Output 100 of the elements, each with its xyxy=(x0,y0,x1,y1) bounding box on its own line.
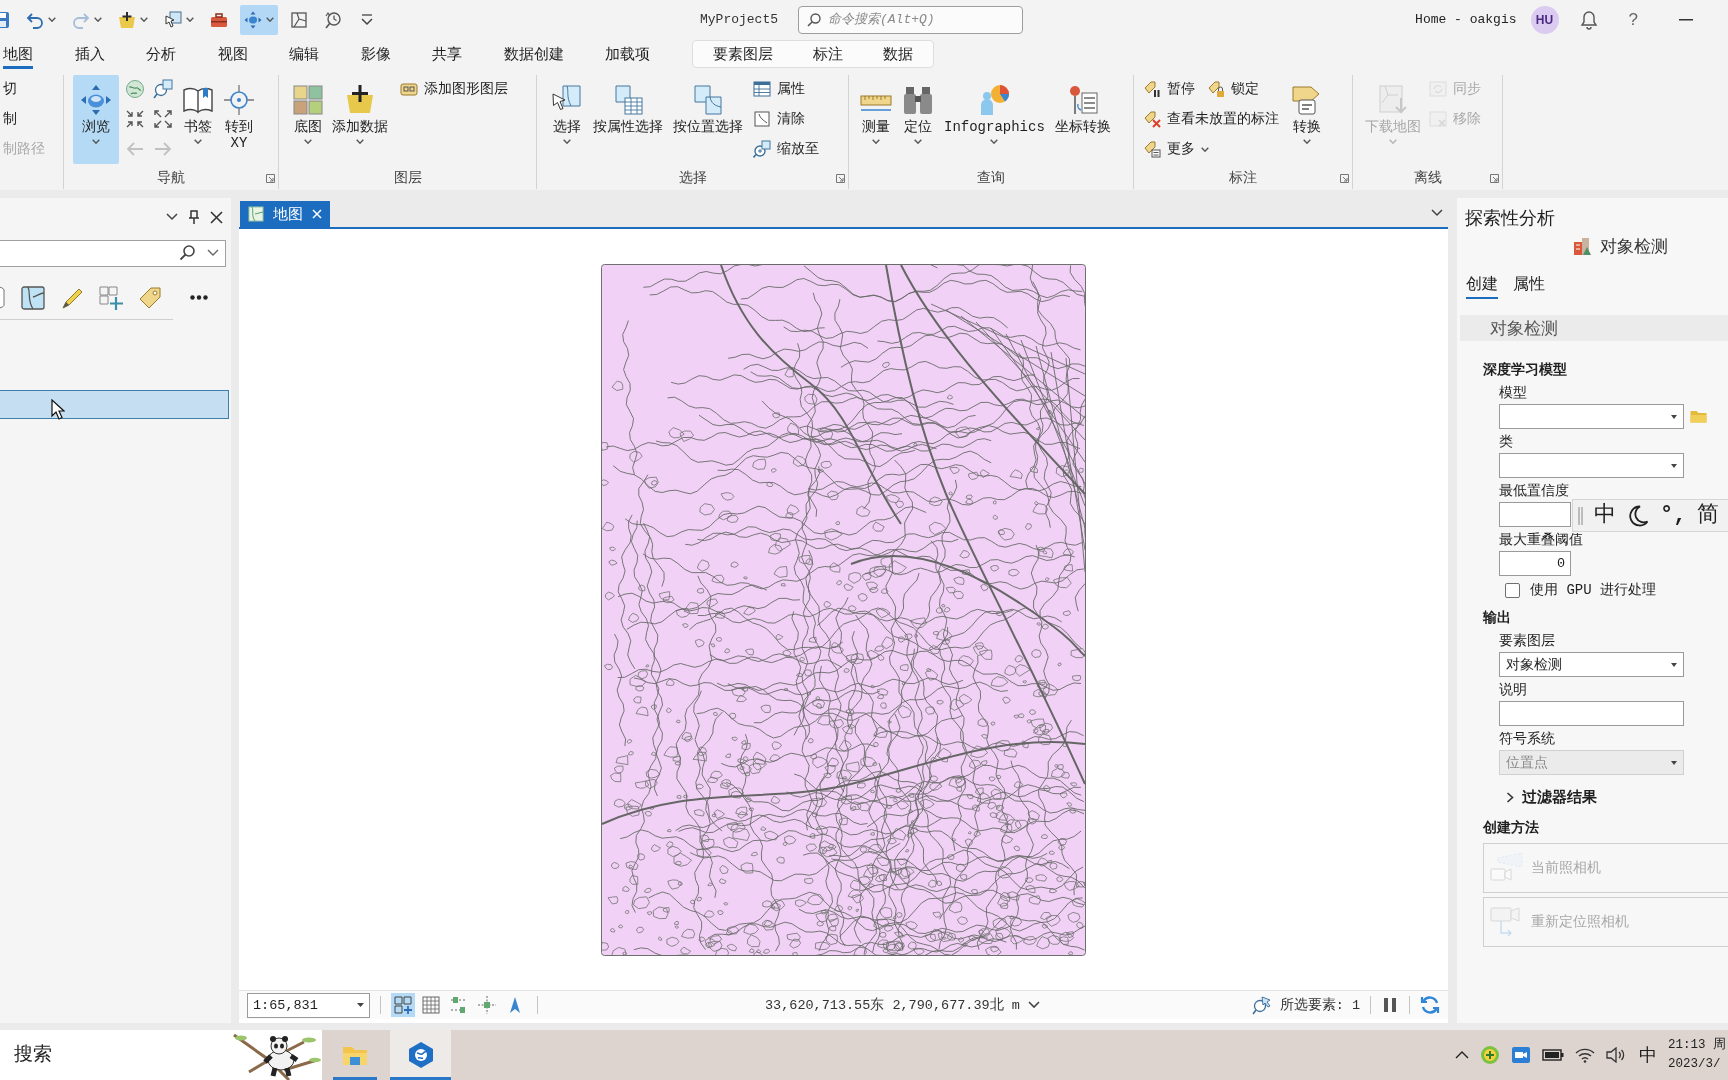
checkbox[interactable] xyxy=(1505,582,1520,598)
selected-features-count: 所选要素: 1 xyxy=(1279,996,1360,1014)
labeling-button[interactable]: 暂停 xyxy=(1140,75,1198,103)
globe-icon[interactable] xyxy=(125,79,145,99)
ribbon-tab[interactable]: 数据创建 xyxy=(503,39,564,69)
layer-row[interactable] xyxy=(0,390,229,419)
pause-icon[interactable] xyxy=(1381,996,1399,1014)
scale-field[interactable]: 1:65,831 xyxy=(247,992,370,1018)
plus-circle-icon[interactable] xyxy=(1480,1045,1500,1065)
chevron-up-icon[interactable] xyxy=(1455,1051,1469,1059)
ribbon-tab[interactable]: 分析 xyxy=(146,39,176,69)
labeling-button[interactable]: 查看未放置的标注 xyxy=(1140,105,1282,133)
more-icon[interactable] xyxy=(190,295,208,300)
explore-button[interactable] xyxy=(240,4,278,35)
bookmarks-button[interactable]: 书签 xyxy=(179,75,217,164)
user-avatar[interactable]: HU xyxy=(1530,5,1559,34)
ribbon-tab[interactable]: 插入 xyxy=(74,39,105,69)
chevron-down-icon[interactable] xyxy=(207,249,219,257)
map-square-icon xyxy=(753,110,771,128)
number-field[interactable]: 0 xyxy=(1499,551,1571,576)
search-field[interactable] xyxy=(0,240,226,267)
minimize-icon[interactable] xyxy=(1679,18,1693,21)
clipboard-button[interactable]: 制 xyxy=(0,105,48,133)
dialog-launcher-icon[interactable] xyxy=(1490,173,1499,183)
arrows-outward-icon[interactable] xyxy=(153,109,173,129)
ribbon-tab[interactable]: 视图 xyxy=(217,39,248,69)
ribbon-tab[interactable]: 要素图层 xyxy=(712,41,773,67)
ribbon-tab[interactable]: 编辑 xyxy=(289,39,319,69)
search-icon[interactable] xyxy=(179,245,195,261)
crosshair-icon xyxy=(223,84,255,116)
bell-icon[interactable] xyxy=(1579,9,1598,30)
input-language-indicator[interactable]: 中 xyxy=(1639,1043,1657,1067)
magnifier-map-icon[interactable] xyxy=(153,79,173,99)
battery-icon[interactable] xyxy=(1542,1049,1564,1061)
dialog-launcher-icon[interactable] xyxy=(836,173,845,183)
help-button[interactable]: ? xyxy=(1628,9,1638,30)
history-icon xyxy=(324,10,342,29)
globe-app-button[interactable] xyxy=(390,1030,451,1080)
map-tab[interactable]: 地图 xyxy=(240,201,330,227)
script-mode-label[interactable]: 简 xyxy=(1697,502,1720,529)
chevron-down-icon[interactable] xyxy=(1431,208,1443,217)
selection-button[interactable]: 按位置选择 xyxy=(670,75,746,164)
close-icon[interactable] xyxy=(210,210,223,224)
filter-results-expander[interactable]: 过滤器结果 xyxy=(1506,787,1597,807)
magnifier-cursor-icon[interactable] xyxy=(1251,995,1272,1015)
ribbon-tab[interactable]: 加载项 xyxy=(605,39,650,69)
dialog-launcher-icon[interactable] xyxy=(1340,173,1349,183)
ribbon-tab[interactable]: 数据 xyxy=(882,41,913,67)
taskbar-search-field[interactable]: 搜索 xyxy=(0,1030,229,1080)
pane-tab[interactable]: 属性 xyxy=(1513,271,1545,299)
caret-icon xyxy=(1671,463,1677,468)
basemap-button[interactable]: 底图 xyxy=(289,75,327,164)
pin-icon[interactable] xyxy=(189,210,199,224)
map-icon[interactable] xyxy=(20,284,46,311)
dropdown-field[interactable]: 对象检测 xyxy=(1499,652,1684,677)
selection-button[interactable]: 按属性选择 xyxy=(590,75,666,164)
grip-icon xyxy=(1578,505,1583,526)
chevron-down-icon[interactable] xyxy=(166,213,178,221)
map-table-icon xyxy=(612,84,644,116)
convert-labels-button[interactable]: 转换 xyxy=(1288,75,1326,164)
selection-button[interactable]: 缩放至 xyxy=(750,135,822,163)
number-field[interactable] xyxy=(1499,502,1571,527)
grid-plus-icon[interactable] xyxy=(98,284,124,311)
tag-icon[interactable] xyxy=(137,284,163,311)
map-tool-button[interactable] xyxy=(419,993,443,1017)
inquiry-button[interactable]: Infographics xyxy=(941,75,1048,164)
clipboard-button[interactable]: 切 xyxy=(0,75,48,103)
wifi-icon[interactable] xyxy=(1575,1047,1595,1063)
add-graphics-layer-button[interactable]: 添加图形图层 xyxy=(397,75,511,103)
selection-button[interactable]: 选择 xyxy=(548,75,586,164)
text-field[interactable] xyxy=(1499,701,1684,726)
dropdown-field[interactable] xyxy=(1499,404,1684,429)
inquiry-button[interactable]: 测量 xyxy=(857,75,895,164)
punctuation-mode-label[interactable]: °, xyxy=(1660,502,1687,529)
field-label: 最大重叠阈值 xyxy=(1499,531,1583,549)
chevron-right-icon xyxy=(1506,791,1514,803)
command-search-field[interactable]: 命令搜索(Alt+Q) xyxy=(798,5,1023,34)
selection-button[interactable]: 清除 xyxy=(750,105,822,133)
ribbon-tab[interactable]: 标注 xyxy=(812,41,843,67)
pane-tab[interactable]: 创建 xyxy=(1466,271,1498,299)
labeling-button[interactable]: 更多 xyxy=(1140,135,1282,163)
refresh-icon[interactable] xyxy=(1420,995,1440,1015)
ribbon-tab[interactable]: 影像 xyxy=(360,39,391,69)
input-mode-label[interactable]: 中 xyxy=(1594,502,1616,529)
chevron-down-icon[interactable] xyxy=(1027,1001,1040,1009)
go-to-xy-button[interactable]: 转到 XY xyxy=(220,75,258,164)
speaker-icon[interactable] xyxy=(1606,1047,1626,1063)
inquiry-button[interactable]: 坐标转换 xyxy=(1051,75,1114,164)
video-camera-icon[interactable] xyxy=(1511,1045,1531,1065)
dropdown-field[interactable] xyxy=(1499,453,1684,478)
explore-button[interactable]: 浏览 xyxy=(73,75,119,164)
map-tool-button[interactable] xyxy=(391,993,415,1017)
arrows-inward-icon[interactable] xyxy=(125,109,145,129)
ribbon-tab[interactable]: 共享 xyxy=(432,39,462,69)
crescent-moon-icon[interactable] xyxy=(1627,504,1649,527)
add-data-button[interactable]: 添加数据 xyxy=(329,75,391,164)
labeling-button[interactable]: 锁定 xyxy=(1204,75,1262,103)
selection-button[interactable]: 属性 xyxy=(750,75,822,103)
dialog-launcher-icon[interactable] xyxy=(266,173,275,183)
inquiry-button[interactable]: 定位 xyxy=(899,75,937,164)
